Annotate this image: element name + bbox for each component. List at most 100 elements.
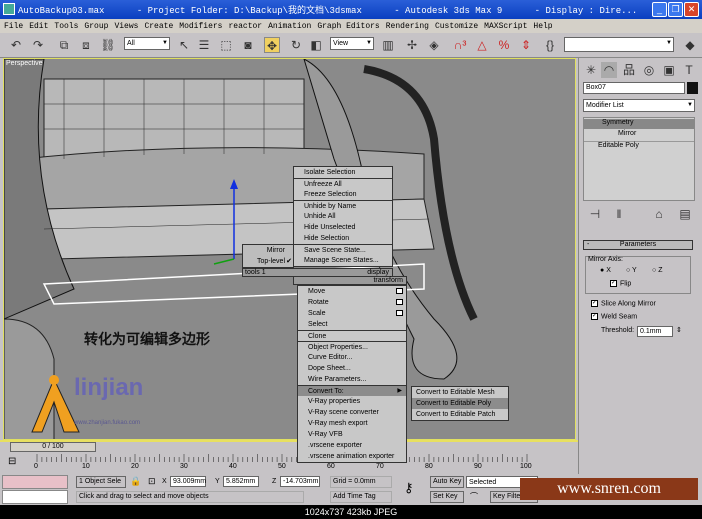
selection-filter-dropdown[interactable]: All [124,37,170,50]
unlink-icon[interactable]: ⧈ [78,37,94,53]
menu-item-vray-vfb[interactable]: V-Ray VFB [298,429,406,440]
show-end-result-icon[interactable]: ǁ [611,206,627,222]
scale-options-icon[interactable] [396,310,403,316]
configure-modifier-sets-icon[interactable]: ▤ [677,206,693,222]
menu-graph-editors[interactable]: Graph Editors [317,22,379,31]
rotate-icon[interactable]: ↻ [288,37,304,53]
menu-item-freeze-selection[interactable]: Freeze Selection [294,189,392,200]
menu-views[interactable]: Views [114,22,138,31]
menu-item-convert-editable-poly[interactable]: Convert to Editable Poly [412,398,508,409]
menu-item-dope-sheet[interactable]: Dope Sheet... [298,363,406,374]
menu-item-object-properties[interactable]: Object Properties... [298,341,406,352]
menu-edit[interactable]: Edit [29,22,48,31]
menu-item-save-scene-state[interactable]: Save Scene State... [294,244,392,255]
menu-rendering[interactable]: Rendering [386,22,429,31]
menu-tools[interactable]: Tools [54,22,78,31]
menu-item-clone[interactable]: Clone [298,330,406,341]
minimize-button[interactable]: _ [652,2,667,17]
menu-item-scale[interactable]: Scale [298,308,406,319]
menu-item-unfreeze-all[interactable]: Unfreeze All [294,178,392,189]
align-icon[interactable]: ◆ [682,37,698,53]
axis-z-radio[interactable]: ○ Z [652,267,662,274]
menu-reactor[interactable]: reactor [228,22,262,31]
menu-group[interactable]: Group [84,22,108,31]
axis-x-radio[interactable]: ● X [600,267,611,274]
redo-icon[interactable]: ↷ [30,37,46,53]
select-object-icon[interactable]: ↖ [176,37,192,53]
rectangular-selection-icon[interactable]: ⬚ [218,37,234,53]
maxscript-listener-pink[interactable] [2,475,68,489]
weld-seam-checkbox[interactable]: ✓ Weld Seam [591,313,637,320]
modify-tab-icon[interactable]: ◠ [601,62,617,78]
object-name-field[interactable]: Box07 [583,82,685,94]
pin-stack-icon[interactable]: ⊣ [587,206,603,222]
remove-modifier-icon[interactable]: ⌂ [651,206,667,222]
add-time-tag-button[interactable]: Add Time Tag [330,491,392,503]
edit-named-selection-icon[interactable]: {} [542,37,558,53]
menu-item-convert-editable-mesh[interactable]: Convert to Editable Mesh [412,387,508,398]
menu-item-unhide-all[interactable]: Unhide All [294,211,392,222]
track-bar[interactable]: ⊟ 0 10 20 30 40 50 60 70 80 90 100 [0,452,578,474]
menu-item-mirror[interactable]: Mirror [243,245,293,256]
slice-along-mirror-checkbox[interactable]: ✓ Slice Along Mirror [591,300,656,307]
menu-create[interactable]: Create [144,22,173,31]
create-tab-icon[interactable]: ✳ [583,62,599,78]
scale-icon[interactable]: ◧ [308,37,324,53]
menu-item-rotate[interactable]: Rotate [298,297,406,308]
menu-item-vray-properties[interactable]: V-Ray properties [298,396,406,407]
menu-item-hide-unselected[interactable]: Hide Unselected [294,222,392,233]
menu-item-hide-selection[interactable]: Hide Selection [294,233,392,244]
menu-help[interactable]: Help [533,22,552,31]
display-tab-icon[interactable]: ▣ [661,62,677,78]
modifier-list-dropdown[interactable]: Modifier List [583,99,695,112]
pivot-center-icon[interactable]: ▥ [380,37,396,53]
object-color-swatch[interactable] [687,82,698,94]
axis-y-radio[interactable]: ○ Y [626,267,637,274]
reference-coordinate-dropdown[interactable]: View [330,37,374,50]
hierarchy-tab-icon[interactable]: 品 [621,62,637,78]
select-by-name-icon[interactable]: ☰ [196,37,212,53]
z-coordinate-field[interactable]: -14.703mm [280,476,320,487]
snap-toggle-icon[interactable]: ∩³ [452,37,468,53]
maxscript-listener-white[interactable] [2,490,68,504]
manipulate-icon[interactable]: ✢ [404,37,420,53]
undo-icon[interactable]: ↶ [8,37,24,53]
set-key-button[interactable]: Set Key [430,491,464,503]
menu-item-vray-mesh-export[interactable]: V-Ray mesh export [298,418,406,429]
parameters-rollout-header[interactable]: - Parameters [583,240,693,250]
motion-tab-icon[interactable]: ◎ [641,62,657,78]
menu-item-curve-editor[interactable]: Curve Editor... [298,352,406,363]
close-button[interactable]: ✕ [684,2,699,17]
menu-item-vrscene-animation-exporter[interactable]: .vrscene animation exporter [298,451,406,462]
select-and-link-icon[interactable]: ⧉ [56,37,72,53]
menu-item-wire-parameters[interactable]: Wire Parameters... [298,374,406,385]
spinner-arrows-icon[interactable]: ⇕ [676,326,682,334]
percent-snap-icon[interactable]: % [496,37,512,53]
menu-item-top-level[interactable]: Top-level ✔ [243,256,293,267]
menu-maxscript[interactable]: MAXScript [484,22,527,31]
time-slider-track[interactable]: 0 / 100 [0,440,578,452]
menu-item-select[interactable]: Select [298,319,406,330]
menu-customize[interactable]: Customize [435,22,478,31]
viewport-label[interactable]: Perspective [6,60,43,67]
menu-item-manage-scene-states[interactable]: Manage Scene States... [294,255,392,266]
rotate-options-icon[interactable] [396,299,403,305]
keyboard-shortcut-icon[interactable]: ◈ [426,37,442,53]
menu-item-isolate-selection[interactable]: Isolate Selection [294,167,392,178]
angle-snap-icon[interactable]: △ [474,37,490,53]
window-crossing-icon[interactable]: ◙ [240,37,256,53]
stack-item-mirror[interactable]: Mirror [584,130,694,140]
menu-item-convert-to[interactable]: Convert To: ▶ [298,385,406,396]
move-icon[interactable]: ✥ [264,37,280,53]
absolute-mode-icon[interactable]: ⊡ [148,476,156,487]
move-options-icon[interactable] [396,288,403,294]
menu-item-vrscene-exporter[interactable]: .vrscene exporter [298,440,406,451]
time-slider-handle[interactable]: 0 / 100 [10,442,96,452]
named-selection-dropdown[interactable] [564,37,674,52]
menu-animation[interactable]: Animation [268,22,311,31]
y-coordinate-field[interactable]: 5.852mm [223,476,259,487]
x-coordinate-field[interactable]: 93.009mm [170,476,206,487]
spinner-snap-icon[interactable]: ⇕ [518,37,534,53]
menu-item-move[interactable]: Move [298,286,406,297]
menu-item-vray-scene-converter[interactable]: V-Ray scene converter [298,407,406,418]
